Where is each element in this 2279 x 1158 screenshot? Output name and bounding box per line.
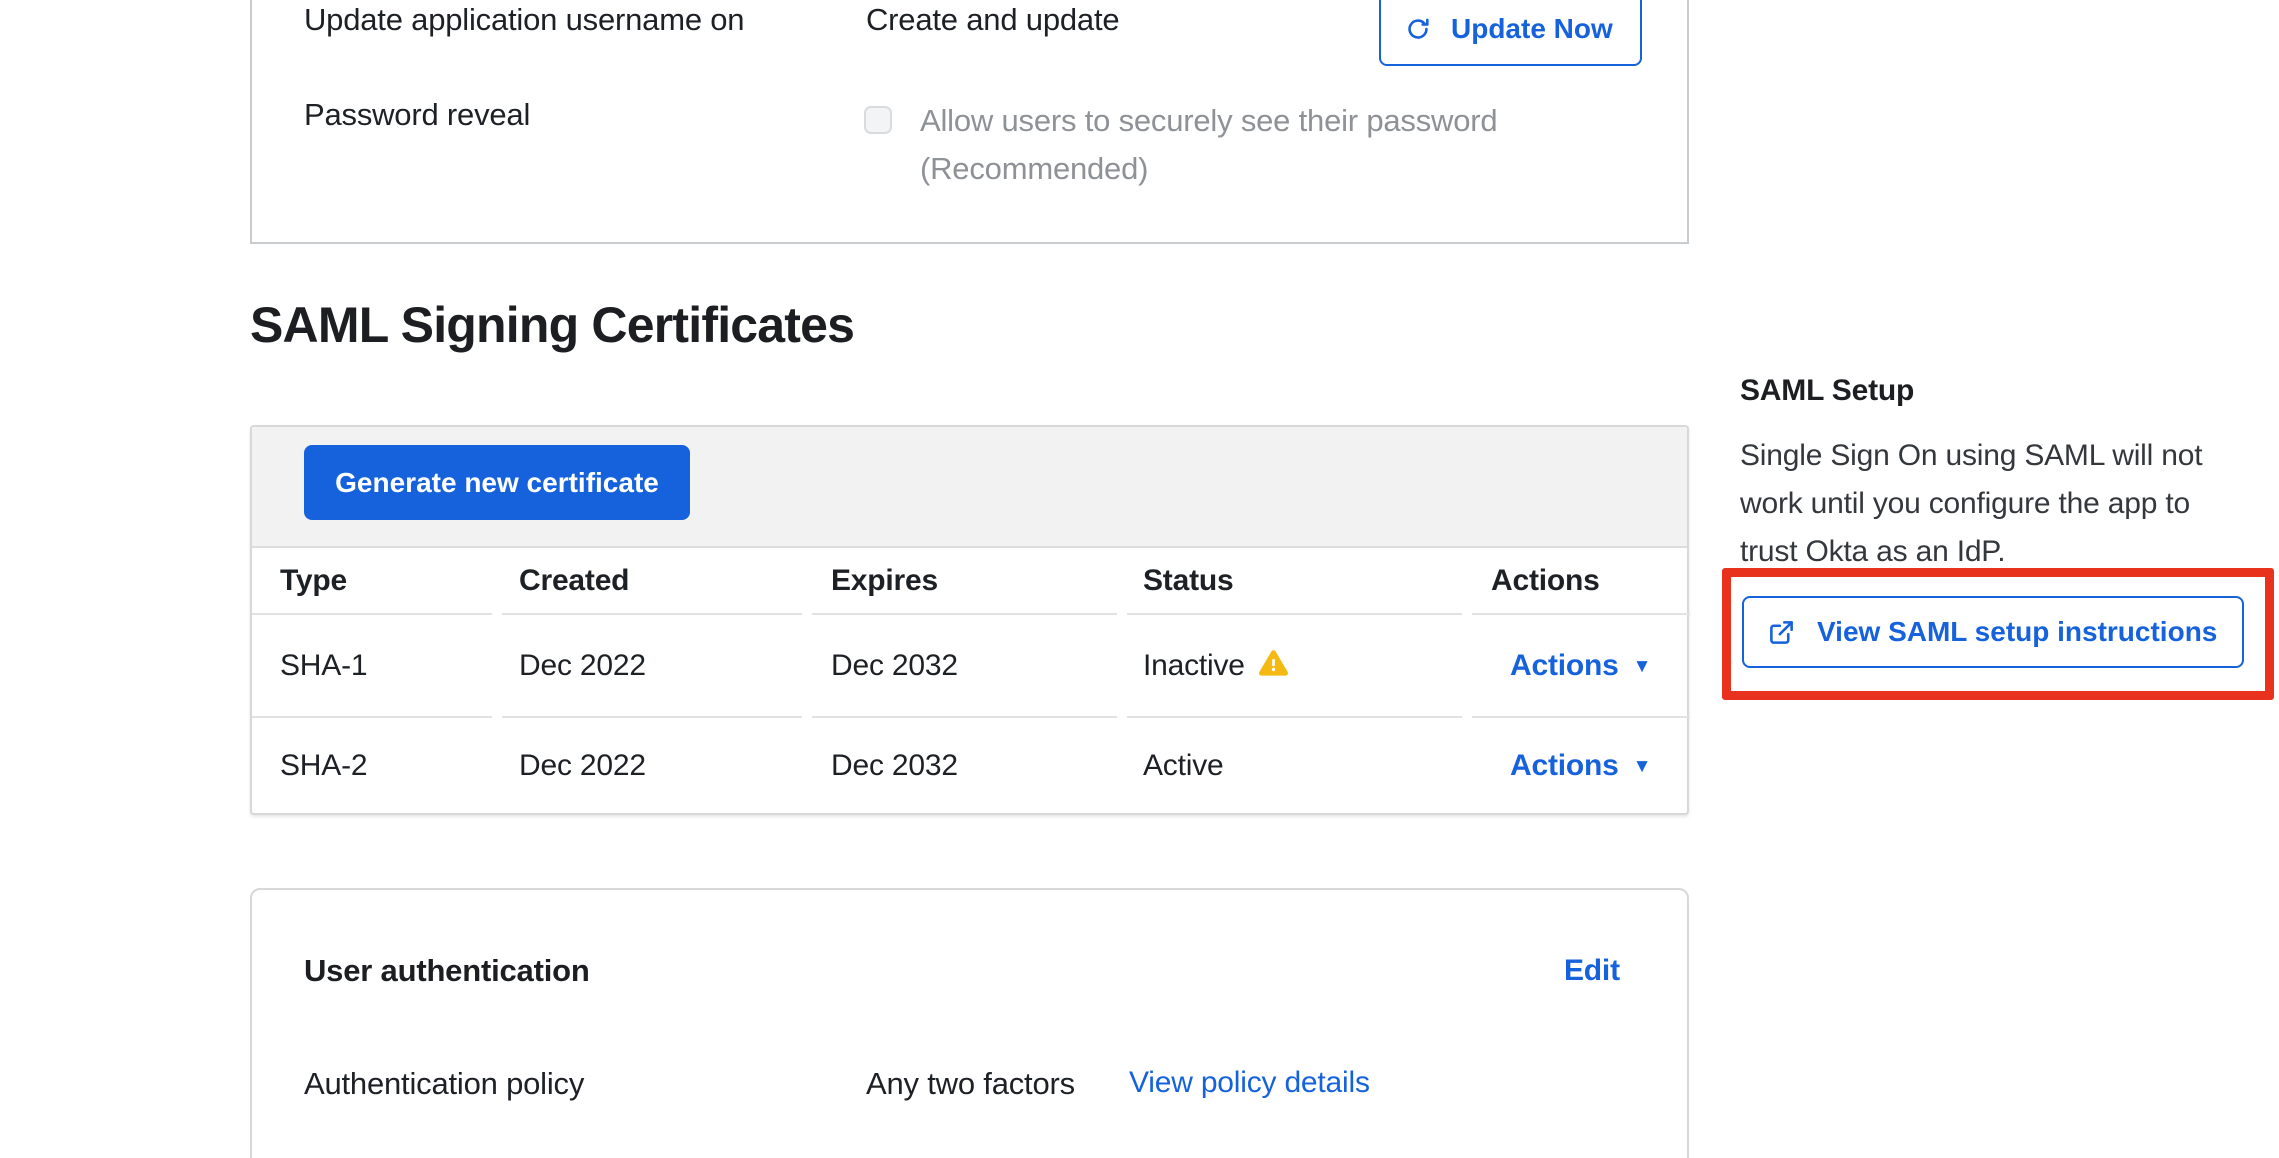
actions-dropdown[interactable]: Actions ▼ — [1510, 749, 1651, 783]
chevron-down-icon: ▼ — [1633, 756, 1652, 778]
edit-link[interactable]: Edit — [1564, 954, 1620, 988]
authentication-policy-label: Authentication policy — [304, 1066, 584, 1102]
username-update-value: Create and update — [866, 2, 1119, 38]
username-update-label: Update application username on — [304, 2, 744, 38]
cert-created: Dec 2022 — [502, 615, 802, 718]
password-reveal-checkbox-label: Allow users to securely see their passwo… — [920, 97, 1497, 193]
generate-certificate-label: Generate new certificate — [335, 467, 659, 499]
status-text: Active — [1143, 749, 1224, 783]
update-now-button[interactable]: Update Now — [1379, 0, 1642, 66]
actions-label: Actions — [1510, 649, 1619, 682]
app-settings-card: Update application username on Create an… — [250, 0, 1689, 244]
checkbox-label-line2: (Recommended) — [920, 145, 1497, 193]
table-row: SHA-2 Dec 2022 Dec 2032 Active Actions ▼ — [252, 718, 1690, 813]
status-text: Inactive — [1143, 649, 1245, 683]
password-reveal-checkbox[interactable] — [864, 106, 892, 134]
cert-status: Inactive — [1127, 615, 1462, 718]
cert-expires: Dec 2032 — [812, 615, 1117, 718]
saml-setup-description: Single Sign On using SAML will not work … — [1740, 432, 2245, 576]
table-row: SHA-1 Dec 2022 Dec 2032 Inactive Actions… — [252, 615, 1690, 718]
checkbox-label-line1: Allow users to securely see their passwo… — [920, 97, 1497, 145]
certificates-panel: Generate new certificate Type Created Ex… — [250, 425, 1689, 815]
actions-dropdown[interactable]: Actions ▼ — [1510, 649, 1651, 683]
authentication-policy-value: Any two factors — [866, 1066, 1075, 1102]
cert-actions-cell: Actions ▼ — [1472, 615, 1690, 718]
cert-created: Dec 2022 — [502, 718, 802, 813]
page-title: SAML Signing Certificates — [250, 296, 854, 354]
refresh-icon — [1405, 16, 1431, 42]
cert-expires: Dec 2032 — [812, 718, 1117, 813]
page-canvas: Update application username on Create an… — [0, 0, 2279, 1158]
saml-setup-title: SAML Setup — [1740, 374, 1914, 408]
update-now-label: Update Now — [1451, 13, 1613, 45]
cert-status: Active — [1127, 718, 1462, 813]
header-created: Created — [502, 548, 802, 615]
actions-label: Actions — [1510, 749, 1619, 782]
password-reveal-label: Password reveal — [304, 97, 530, 133]
view-saml-setup-instructions-button[interactable]: View SAML setup instructions — [1742, 596, 2244, 668]
view-policy-details-link[interactable]: View policy details — [1129, 1066, 1370, 1100]
external-link-icon — [1768, 619, 1795, 646]
cert-actions-cell: Actions ▼ — [1472, 718, 1690, 813]
header-actions: Actions — [1472, 548, 1690, 615]
chevron-down-icon: ▼ — [1633, 656, 1652, 678]
table-header-row: Type Created Expires Status Actions — [252, 548, 1690, 615]
view-saml-setup-instructions-label: View SAML setup instructions — [1817, 616, 2217, 648]
warning-icon — [1259, 649, 1288, 686]
header-expires: Expires — [812, 548, 1117, 615]
user-authentication-title: User authentication — [304, 953, 590, 989]
generate-certificate-button[interactable]: Generate new certificate — [304, 445, 690, 520]
cert-type: SHA-1 — [252, 615, 492, 718]
header-status: Status — [1127, 548, 1462, 615]
header-type: Type — [252, 548, 492, 615]
user-authentication-card: User authentication Edit Authentication … — [250, 888, 1689, 1158]
certificates-toolbar: Generate new certificate — [252, 427, 1687, 548]
cert-type: SHA-2 — [252, 718, 492, 813]
